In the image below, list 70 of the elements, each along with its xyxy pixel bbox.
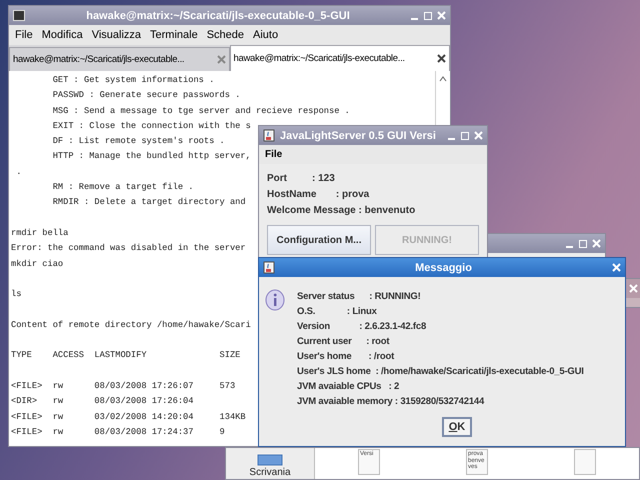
column-header: LASTMODIFY [94,349,148,362]
terminal-line: mkdir ciao [11,258,64,271]
close-icon[interactable] [437,54,446,63]
maximize-button[interactable] [461,132,469,140]
info-line: User's JLS home : /home/hawake/Scaricati/jls-executable-0_5-GUI [297,365,584,379]
info-line: JVM avaiable memory : 3159280/532742144 [297,395,484,409]
info-line: Version : 2.6.23.1-42.fc8 [297,320,426,334]
terminal-line: ls [11,288,22,302]
terminal-tab[interactable]: hawake@matrix:~/Scaricati/jls-executable... [9,47,230,71]
column-header: TYPE [11,349,33,362]
terminal-line: HTTP : Manage the bundled http server, [52,150,251,164]
maximize-button[interactable] [579,240,587,248]
info-line: Port : 123 [267,172,335,186]
menu-item[interactable]: Visualizza [92,29,142,41]
terminal-line: EXIT : Close the connection with the s [52,120,251,133]
terminal-line: rmdir bella [11,226,68,240]
table-cell-text: 9 [220,426,225,439]
column-header: SIZE [220,349,240,362]
maximize-button[interactable] [424,12,432,20]
ok-button[interactable]: OK [442,417,472,437]
menu-item[interactable]: Modifica [42,29,83,41]
table-cell-text: 08/03/2008 17:26:04 [94,395,194,408]
table-cell-text: 134KB [220,410,246,424]
window-title: hawake@matrix:~/Scaricati/jls-executable-0_5-GUI [85,10,351,22]
table-cell-text: <FILE> [11,410,44,424]
info-icon [265,289,285,311]
terminal-line: Error: the command was disabled in the server [11,242,246,256]
file-icon[interactable] [574,449,596,475]
cup-icon [263,129,275,142]
action-button[interactable]: Configuration M... [267,225,371,255]
menu-item[interactable]: File [15,29,33,41]
table-cell-text: 03/02/2008 14:20:04 [94,410,194,424]
table-cell-text: <DIR> [11,395,38,408]
table-cell-text: 08/03/2008 17:24:37 [94,426,194,439]
table-cell-text: <FILE> [11,426,44,439]
terminal-line: MSG : Send a message to tge server and recieve response . [52,104,350,118]
table-cell-text: <FILE> [11,380,44,393]
table-cell-text: rw [52,426,64,439]
terminal-icon [13,10,25,21]
table-cell-text: 573 [220,380,236,393]
menu-item[interactable]: Schede [206,29,244,41]
terminal-line: . [16,166,22,179]
table-cell-text: rw [52,410,64,424]
scroll-up-icon[interactable] [439,75,447,83]
table-cell-text: rw [52,395,64,408]
terminal-line: PASSWD : Generate secure passwords . [52,89,240,102]
info-line: User's home : /root [297,350,394,364]
terminal-line: GET : Get system informations . [52,74,214,87]
terminal-line: RM : Remove a target file . [52,181,194,194]
menu-item[interactable]: File [265,149,282,160]
menu-item[interactable]: Terminale [150,29,198,41]
column-header: ACCESS [52,349,85,362]
folder-label[interactable]: Scrivania [249,467,291,478]
folder-icon[interactable] [257,454,283,466]
cup-icon [263,261,275,274]
terminal-line: RMDIR : Delete a target directory and [52,196,246,210]
dialog-title: Messaggio [414,262,473,274]
info-line: HostName : prova [267,188,370,202]
table-cell-text: rw [52,380,64,393]
table-cell-text: 08/03/2008 17:26:07 [94,380,194,393]
terminal-tab[interactable]: hawake@matrix:~/Scaricati/jls-executable... [230,45,450,71]
info-line: O.S. : Linux [297,305,377,319]
info-line: JVM avaiable CPUs : 2 [297,380,400,394]
menu-item[interactable]: Aiuto [253,29,278,41]
terminal-line: Content of remote directory /home/hawake/Scari [11,318,251,332]
info-line: Current user : root [297,335,390,349]
window-title: JavaLightServer 0.5 GUI Versi [280,130,437,142]
info-line: Welcome Message : benvenuto [267,204,416,218]
terminal-line: DF : List remote system's roots . [52,135,225,148]
info-line: Server status : RUNNING! [297,290,421,304]
